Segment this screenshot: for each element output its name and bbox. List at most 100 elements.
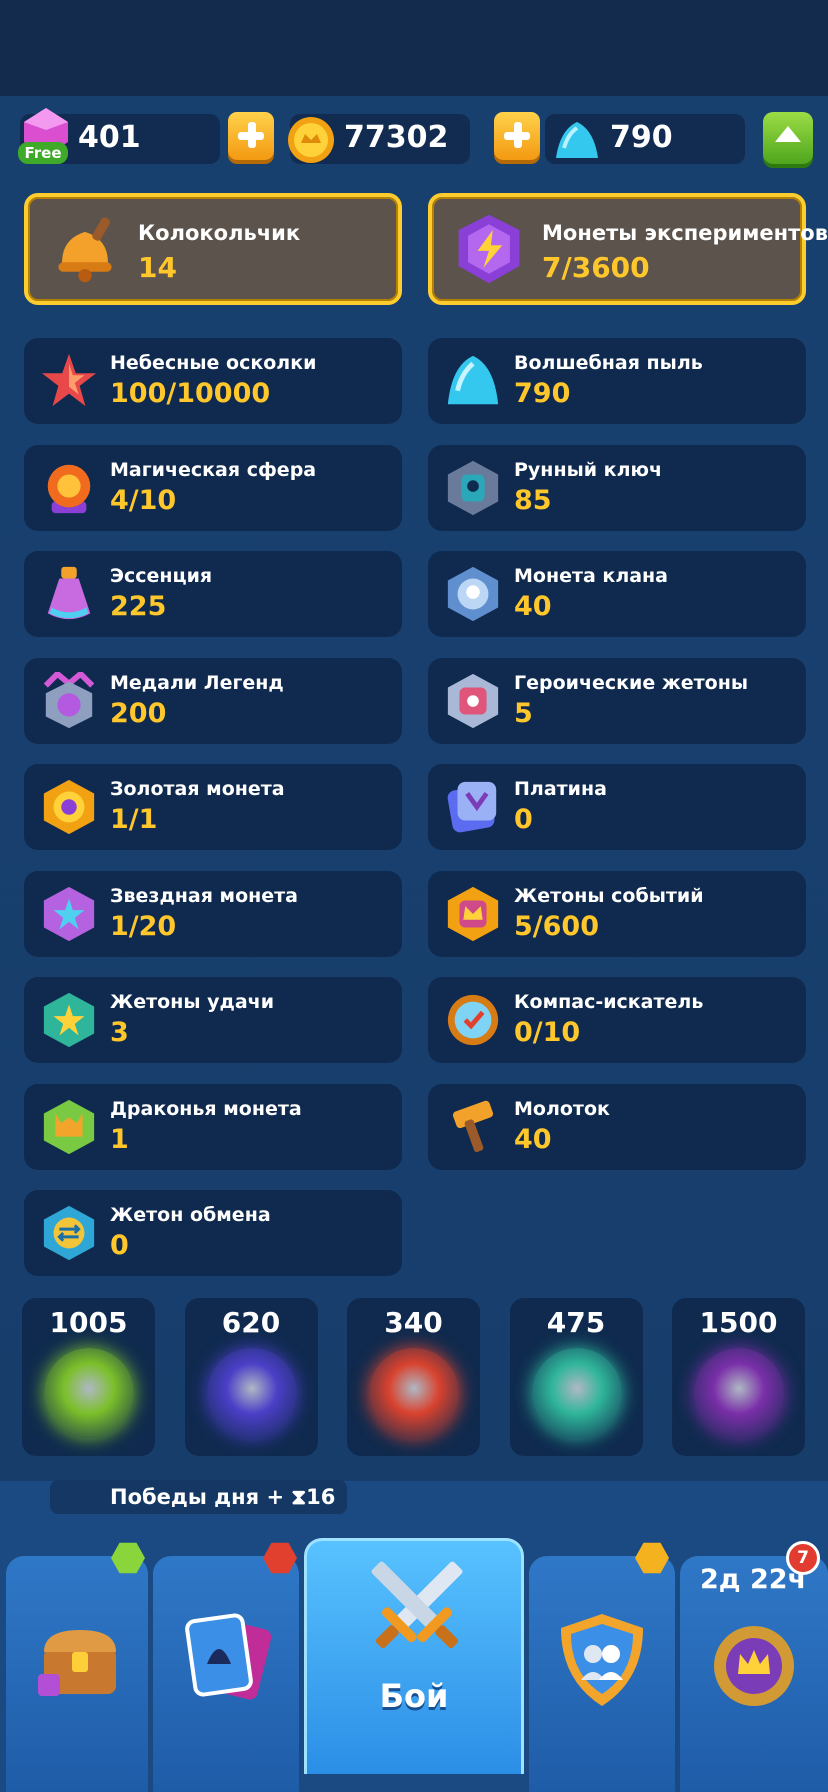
resource-value: 1 — [110, 1123, 129, 1155]
battle-label: Бой — [379, 1677, 449, 1715]
token-counter[interactable]: 475 — [509, 1298, 643, 1456]
resource-value: 14 — [138, 251, 177, 284]
resource-tile[interactable]: Звездная монета 1/20 — [24, 870, 402, 957]
resource-value: 3 — [110, 1017, 129, 1048]
event-token-icon — [447, 886, 499, 941]
resource-tile[interactable]: Жетон обмена 0 — [24, 1190, 402, 1276]
token-count: 1005 — [49, 1306, 128, 1339]
resource-name: Жетон обмена — [110, 1204, 271, 1226]
season-crown-icon — [714, 1626, 794, 1706]
resource-tile[interactable]: Героические жетоны 5 — [428, 657, 806, 744]
resource-name: Монета клана — [514, 565, 669, 587]
resource-name: Героические жетоны — [514, 671, 749, 694]
clan-coin-icon — [447, 566, 499, 622]
resource-tile[interactable]: Платина 0 — [428, 764, 806, 850]
cards-icon — [185, 1613, 272, 1700]
gems-free-label: Free — [18, 142, 68, 164]
eagle-orb-icon — [531, 1348, 622, 1438]
token-count: 475 — [546, 1306, 606, 1339]
resource-value: 0 — [514, 804, 533, 835]
hammer-icon — [452, 1100, 494, 1152]
resource-value: 7/3600 — [542, 251, 650, 284]
crossed-swords-icon — [371, 1561, 463, 1649]
expand-currency-button[interactable] — [763, 112, 813, 164]
resource-tile[interactable]: Волшебная пыль 790 — [428, 338, 806, 424]
resource-value: 200 — [110, 697, 167, 729]
resource-name: Небесные осколки — [110, 352, 317, 374]
resource-value: 85 — [514, 484, 552, 516]
resource-value: 225 — [110, 591, 167, 622]
resource-name: Жетоны событий — [514, 884, 704, 907]
resource-tile[interactable]: Небесные осколки 100/10000 — [24, 338, 402, 424]
buy-gems-button[interactable] — [228, 112, 274, 160]
resource-tile[interactable]: Магическая сфера 4/10 — [24, 444, 402, 531]
nav-tab-clan[interactable] — [529, 1556, 675, 1792]
token-counter[interactable]: 620 — [184, 1298, 318, 1456]
token-count: 620 — [221, 1306, 281, 1339]
lightbulb-orb-icon — [369, 1348, 459, 1438]
exchange-token-icon — [43, 1205, 95, 1261]
resource-name: Золотая монета — [110, 778, 285, 800]
lightning-coin-icon — [458, 214, 520, 284]
chest-icon — [38, 1630, 116, 1696]
resource-tile[interactable]: Молоток 40 — [428, 1083, 806, 1170]
resource-tile[interactable]: Эссенция 225 — [24, 551, 402, 637]
resource-tile[interactable]: Драконья монета 1 — [24, 1083, 402, 1170]
dragon-coin-icon — [43, 1099, 95, 1154]
magic-sphere-icon — [47, 464, 91, 513]
resource-name: Звездная монета — [110, 884, 298, 907]
resource-value: 5/600 — [514, 910, 600, 942]
resource-value: 790 — [514, 378, 571, 409]
resource-value: 0/10 — [514, 1017, 581, 1048]
resource-value: 5 — [514, 697, 533, 729]
star-coin-icon — [43, 886, 95, 941]
resource-value: 40 — [514, 1123, 552, 1155]
bat-orb-icon — [694, 1348, 784, 1438]
resource-name: Драконья монета — [110, 1097, 302, 1120]
star-shard-icon — [41, 353, 97, 407]
essence-potion-icon — [47, 566, 91, 620]
resource-tile-experiment-coins[interactable]: Монеты экспериментов 7/3600 — [428, 193, 828, 305]
resource-value: 100/10000 — [110, 378, 271, 409]
season-badge: 7 — [786, 1541, 820, 1575]
platinum-icon — [447, 781, 497, 833]
nav-tab-shop[interactable] — [6, 1556, 148, 1792]
resource-tile[interactable]: Золотая монета 1/1 — [24, 764, 402, 850]
resource-name: Волшебная пыль — [514, 352, 703, 374]
resource-value: 1/1 — [110, 804, 158, 835]
coins-amount: 77302 — [344, 120, 449, 155]
resource-tile[interactable]: Монета клана 40 — [428, 551, 806, 637]
nav-tab-cards[interactable] — [153, 1556, 299, 1792]
resource-tile[interactable]: Жетоны событий 5/600 — [428, 870, 806, 957]
resource-name: Молоток — [514, 1097, 610, 1120]
gems-amount: 401 — [78, 120, 141, 155]
magic-dust-currency-icon — [556, 122, 598, 158]
resource-name: Платина — [514, 778, 607, 800]
rune-key-icon — [447, 460, 499, 515]
resource-tile[interactable]: Жетоны удачи 3 — [24, 977, 402, 1063]
resource-name: Медали Легенд — [110, 671, 284, 694]
resource-tile[interactable]: Рунный ключ 85 — [428, 444, 806, 531]
resource-name: Монеты экспериментов — [542, 221, 828, 245]
token-counter[interactable]: 1005 — [22, 1298, 155, 1456]
token-counter[interactable]: 1500 — [672, 1298, 805, 1456]
compass-icon — [447, 994, 499, 1046]
nav-tab-battle[interactable]: Бой — [304, 1538, 524, 1774]
eight-ball-orb-icon — [206, 1348, 297, 1438]
legend-medal-icon — [43, 671, 95, 728]
daily-wins-bonus: + ⧗16 — [266, 1485, 336, 1509]
buy-coins-button[interactable] — [494, 112, 540, 160]
dust-amount: 790 — [610, 120, 673, 155]
resource-tile[interactable]: Медали Легенд 200 — [24, 657, 402, 744]
token-count: 340 — [384, 1306, 443, 1339]
resource-tile-bell[interactable]: Колокольчик 14 — [24, 193, 402, 305]
resource-name: Жетоны удачи — [110, 991, 275, 1013]
resource-tile[interactable]: Компас-искатель 0/10 — [428, 977, 806, 1063]
resource-name: Компас-искатель — [514, 991, 704, 1013]
token-count: 1500 — [699, 1306, 778, 1339]
bell-icon — [58, 217, 112, 283]
token-counter[interactable]: 340 — [347, 1298, 480, 1456]
resource-name: Колокольчик — [138, 221, 301, 245]
resource-value: 0 — [110, 1230, 129, 1261]
daily-wins-banner[interactable]: Победы дня + ⧗16 — [50, 1480, 348, 1514]
